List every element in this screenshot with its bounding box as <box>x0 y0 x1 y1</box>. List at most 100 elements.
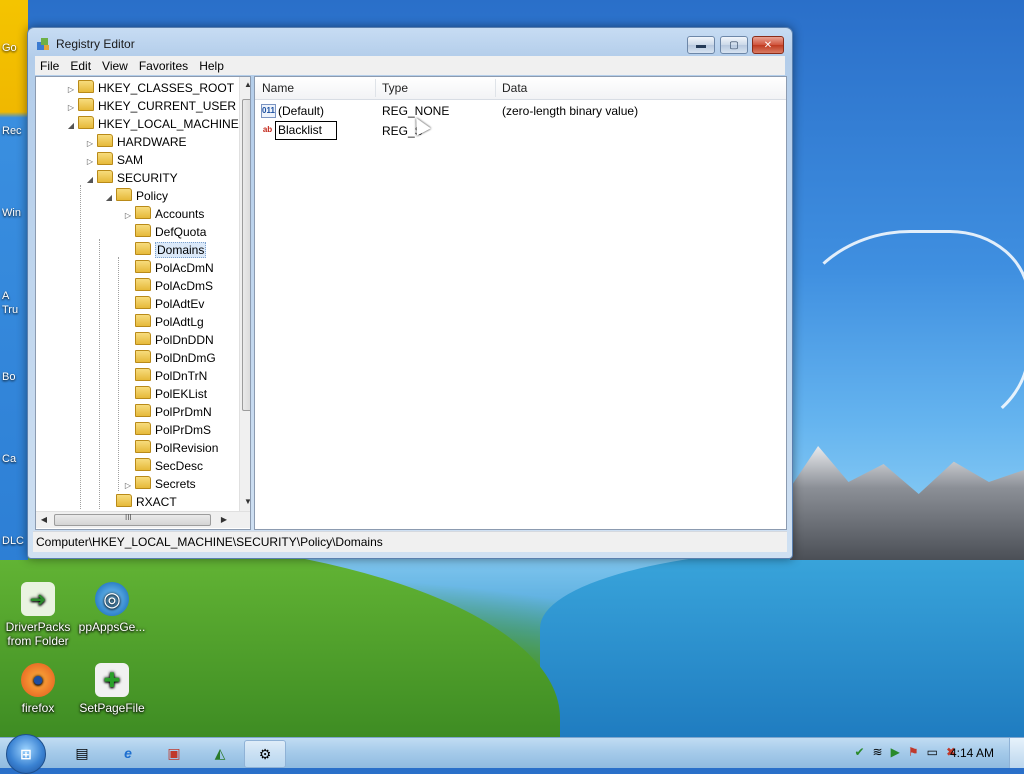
tree-node[interactable]: PolAcDmS <box>123 277 213 295</box>
collapse-arrow-icon[interactable]: ◢ <box>66 117 76 135</box>
tree-node[interactable]: ▷ Secrets <box>123 475 196 493</box>
desktop-label[interactable]: Bo <box>2 371 15 383</box>
tree-node[interactable]: DefQuota <box>123 223 206 241</box>
tree-connector <box>80 185 81 509</box>
rename-input[interactable] <box>276 122 336 138</box>
value-row[interactable]: 011 (Default) REG_NONE (zero-length bina… <box>255 101 786 120</box>
tree-node[interactable]: PolAdtLg <box>123 313 204 331</box>
tree-node[interactable]: PolDnDmG <box>123 349 216 367</box>
tree-node[interactable]: PolDnDDN <box>123 331 214 349</box>
tree-node[interactable]: RXACT <box>104 493 177 511</box>
tree-node[interactable]: ▷ HKEY_CURRENT_USER <box>66 97 236 115</box>
tree-hscroll-thumb[interactable]: III <box>54 513 211 526</box>
menu-help[interactable]: Help <box>194 56 230 75</box>
column-divider[interactable] <box>375 79 376 97</box>
tree-node[interactable]: PolDnTrN <box>123 367 207 385</box>
tree-node[interactable]: PolPrDmS <box>123 421 211 439</box>
folder-icon <box>135 386 151 399</box>
scroll-left-arrow-icon[interactable]: ◀ <box>36 515 52 524</box>
column-header-data[interactable]: Data <box>502 81 527 95</box>
desktop-icon-setpagefile[interactable]: ✚ SetPageFile <box>74 663 150 715</box>
desktop-label[interactable]: DLC <box>2 535 24 547</box>
security-tray-icon[interactable]: ✔ <box>854 745 864 759</box>
folder-icon <box>97 134 113 147</box>
folder-icon <box>116 188 132 201</box>
regedit-taskbar-button[interactable]: ⚙ <box>244 740 286 768</box>
tree-node[interactable]: ◢ Policy <box>104 187 168 205</box>
tree-node[interactable]: PolEKList <box>123 385 207 403</box>
clock[interactable]: 4:14 AM <box>950 746 994 760</box>
driverpacks-icon: ➜ <box>21 582 55 616</box>
tree-node-label: PolPrDmS <box>155 423 212 437</box>
flag-tray-icon[interactable]: ⚑ <box>908 745 919 759</box>
value-row[interactable]: ab REG_S <box>255 121 786 140</box>
list-header: Name Type Data <box>255 77 786 100</box>
registry-tree[interactable]: ▷ HKEY_CLASSES_ROOT ▷ HKEY_CURRENT_USER ◢ HKE… <box>35 76 251 530</box>
desktop-icon-label: firefox <box>21 701 55 715</box>
rename-edit-box[interactable] <box>275 121 337 140</box>
desktop-label[interactable]: A <box>2 290 9 302</box>
tree-node-label: SecDesc <box>155 459 204 473</box>
column-divider[interactable] <box>495 79 496 97</box>
tree-vertical-scrollbar[interactable]: ▲ ▼ <box>239 77 250 511</box>
tree-node[interactable]: ▷ HKEY_CLASSES_ROOT <box>66 79 234 97</box>
ie-icon[interactable]: e <box>108 740 148 766</box>
tree-node-label: PolRevision <box>155 441 219 455</box>
desktop-icon-ppapps[interactable]: ◎ ppAppsGe... <box>74 582 150 634</box>
tree-node[interactable]: PolAcDmN <box>123 259 214 277</box>
start-button[interactable]: ⊞ <box>6 734 46 774</box>
folder-icon <box>97 170 113 183</box>
folder-icon <box>135 332 151 345</box>
tree-node-label: PolAdtLg <box>155 315 204 329</box>
values-list[interactable]: Name Type Data 011 (Default) REG_NONE (z… <box>254 76 787 530</box>
tree-node[interactable]: ▷ SAM <box>85 151 143 169</box>
tree-node[interactable]: PolRevision <box>123 439 218 457</box>
desktop-label[interactable]: Ca <box>2 453 16 465</box>
desktop-label[interactable]: Go <box>2 42 17 54</box>
tree-vscroll-thumb[interactable] <box>242 99 250 411</box>
tree-node[interactable]: ◢ SECURITY <box>85 169 178 187</box>
desktop-label[interactable]: Tru <box>2 304 18 316</box>
desktop-wallpaper-mountains <box>790 446 1024 560</box>
explorer-icon[interactable]: ▤ <box>62 740 102 766</box>
media-icon[interactable]: ▣ <box>154 740 194 766</box>
show-desktop-button[interactable] <box>1009 738 1024 768</box>
menu-view[interactable]: View <box>97 56 134 75</box>
column-header-name[interactable]: Name <box>262 81 294 95</box>
tree-node[interactable]: SecDesc <box>123 457 203 475</box>
play-tray-icon[interactable]: ▶ <box>891 745 900 759</box>
desktop-icon-firefox[interactable]: ● firefox <box>0 663 76 715</box>
desktop-label[interactable]: Win <box>2 207 21 219</box>
scroll-right-arrow-icon[interactable]: ▶ <box>216 515 232 524</box>
display-tray-icon[interactable]: ▭ <box>927 745 938 759</box>
tree-node[interactable]: Domains <box>123 241 207 259</box>
close-button[interactable]: ✕ <box>752 36 784 54</box>
scroll-down-arrow-icon[interactable]: ▼ <box>240 497 250 506</box>
menu-favorites[interactable]: Favorites <box>134 56 194 75</box>
column-header-type[interactable]: Type <box>382 81 408 95</box>
tree-node[interactable]: ▷ HARDWARE <box>85 133 187 151</box>
pinned-app-icon[interactable]: ◭ <box>200 740 240 766</box>
tree-node-label: PolDnDDN <box>155 333 214 347</box>
menu-bar: File Edit View Favorites Help <box>35 56 785 75</box>
tree-node[interactable]: ▷ Accounts <box>123 205 204 223</box>
desktop-label[interactable]: Rec <box>2 125 22 137</box>
network-tray-icon[interactable]: ≋ <box>873 745 883 759</box>
tree-node[interactable]: PolPrDmN <box>123 403 212 421</box>
collapse-arrow-icon[interactable]: ◢ <box>85 171 95 189</box>
folder-icon <box>116 494 132 507</box>
tree-horizontal-scrollbar[interactable]: ◀ III ▶ <box>36 511 250 528</box>
maximize-button[interactable]: ▢ <box>720 36 748 54</box>
collapse-arrow-icon[interactable]: ◢ <box>104 189 114 207</box>
title-bar[interactable]: Registry Editor ▬ ▢ ✕ <box>28 28 792 58</box>
tree-node[interactable]: PolAdtEv <box>123 295 204 313</box>
desktop-icon-driverpacks[interactable]: ➜ DriverPacks from Folder <box>0 582 76 648</box>
tree-node[interactable]: ◢ HKEY_LOCAL_MACHINE <box>66 115 239 133</box>
minimize-button[interactable]: ▬ <box>687 36 715 54</box>
tree-node-label: SAM <box>117 153 144 167</box>
scroll-up-arrow-icon[interactable]: ▲ <box>240 80 250 89</box>
menu-edit[interactable]: Edit <box>65 56 97 75</box>
folder-icon <box>135 206 151 219</box>
tree-node-label: PolEKList <box>155 387 208 401</box>
menu-file[interactable]: File <box>35 56 65 75</box>
